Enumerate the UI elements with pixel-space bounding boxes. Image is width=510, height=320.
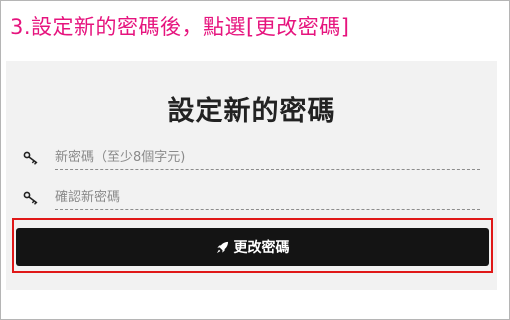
step-instruction: 3.設定新的密碼後，點選[更改密碼] [10, 15, 350, 39]
rocket-icon [216, 241, 228, 253]
new-password-field [23, 145, 480, 171]
change-password-label: 更改密碼 [233, 239, 290, 255]
confirm-password-input[interactable] [55, 185, 480, 210]
change-password-panel: 設定新的密碼 更改密碼 [6, 61, 497, 290]
new-password-input[interactable] [55, 145, 480, 170]
key-icon [23, 151, 38, 165]
form-title: 設定新的密碼 [167, 96, 336, 127]
confirm-password-field [23, 185, 480, 211]
change-password-button[interactable]: 更改密碼 [16, 228, 489, 266]
key-icon [23, 191, 38, 205]
